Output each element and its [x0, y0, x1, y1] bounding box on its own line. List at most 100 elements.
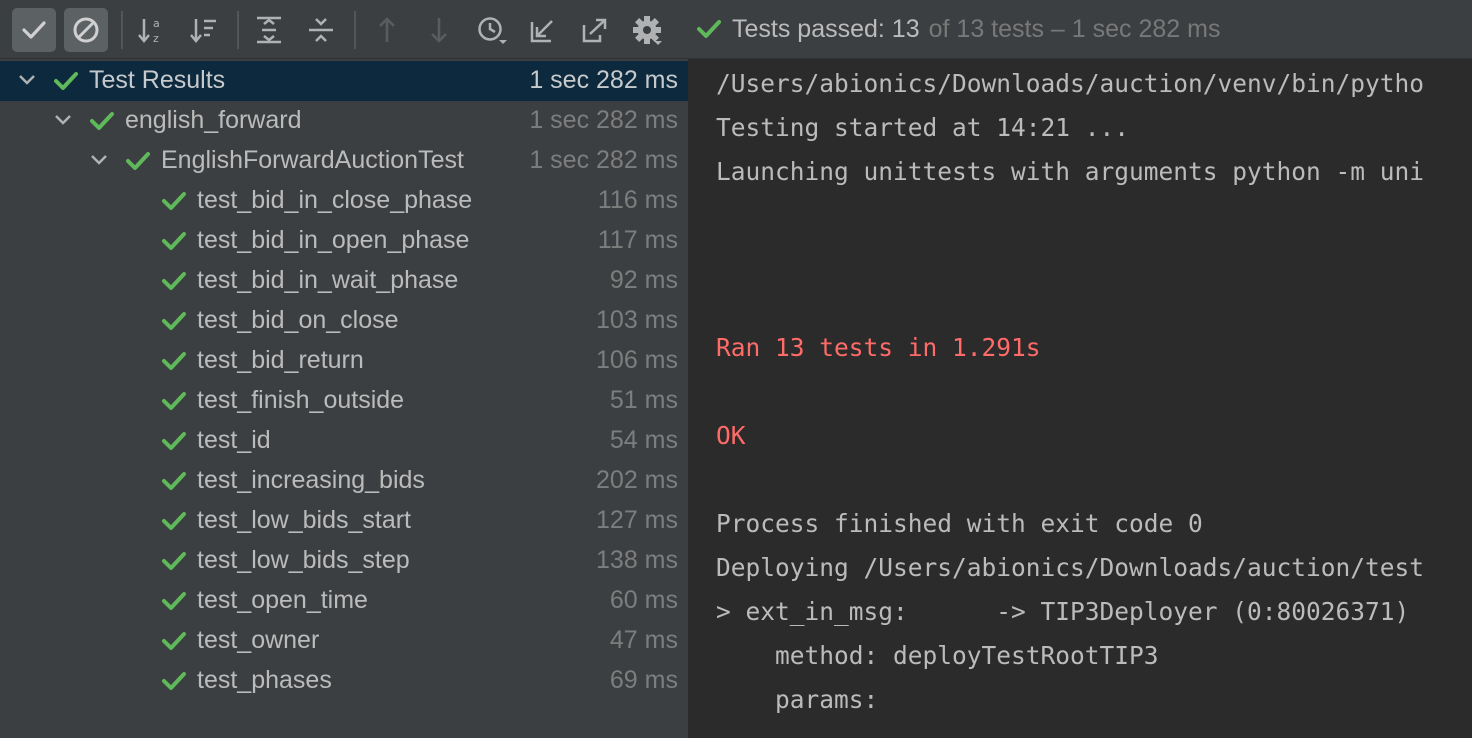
toolbar-separator	[121, 11, 123, 49]
test-row[interactable]: test_owner 47 ms	[0, 621, 688, 661]
tree-node-root[interactable]: Test Results 1 sec 282 ms	[0, 61, 688, 101]
check-icon	[162, 432, 186, 450]
test-row[interactable]: test_finish_outside 51 ms	[0, 381, 688, 421]
tree-node-label: Test Results	[89, 66, 226, 94]
console-line: method: deployTestRootTIP3	[716, 641, 1159, 670]
test-duration: 138 ms	[596, 546, 678, 574]
sort-alphabetically-button[interactable]: a z	[130, 8, 174, 52]
check-icon	[90, 112, 114, 130]
console-line: > ext_in_msg: -> TIP3Deployer (0:8002637…	[716, 597, 1410, 626]
sort-alphabetically-icon: a z	[138, 17, 160, 45]
test-row[interactable]: test_bid_return 106 ms	[0, 341, 688, 381]
tests-passed-count: Tests passed: 13	[732, 14, 920, 43]
test-row[interactable]: test_bid_on_close 103 ms	[0, 301, 688, 341]
check-icon	[697, 20, 721, 38]
tree-node-suite[interactable]: EnglishForwardAuctionTest 1 sec 282 ms	[0, 141, 688, 181]
clock-history-icon	[478, 17, 507, 44]
check-icon	[162, 472, 186, 490]
tests-status-summary: Tests passed: 13 of 13 tests – 1 sec 282…	[696, 12, 1220, 46]
test-name: test_id	[197, 426, 271, 454]
tree-node-label: EnglishForwardAuctionTest	[161, 146, 464, 174]
test-row[interactable]: test_open_time 60 ms	[0, 581, 688, 621]
toolbar-separator	[237, 11, 239, 49]
chevron-down-icon[interactable]	[50, 107, 76, 133]
test-duration: 47 ms	[609, 626, 678, 654]
check-icon	[162, 552, 186, 570]
test-row[interactable]: test_low_bids_step 138 ms	[0, 541, 688, 581]
check-icon	[162, 192, 186, 210]
expand-all-button[interactable]	[247, 8, 291, 52]
sort-by-duration-button[interactable]	[182, 8, 226, 52]
check-icon	[162, 592, 186, 610]
test-duration: 69 ms	[609, 666, 678, 694]
test-duration: 106 ms	[596, 346, 678, 374]
test-name: test_phases	[197, 666, 332, 694]
export-arrow-icon	[582, 18, 607, 43]
test-name: test_owner	[197, 626, 320, 654]
sort-by-duration-icon	[190, 19, 216, 43]
console-line: Deploying /Users/abionics/Downloads/auct…	[716, 553, 1425, 582]
test-duration: 60 ms	[609, 586, 678, 614]
check-icon	[162, 272, 186, 290]
test-name: test_bid_in_close_phase	[197, 186, 473, 214]
test-name: test_bid_on_close	[197, 306, 399, 334]
test-row[interactable]: test_low_bids_start 127 ms	[0, 501, 688, 541]
tree-node-label: english_forward	[125, 106, 302, 134]
chevron-down-icon[interactable]	[14, 67, 40, 93]
test-name: test_finish_outside	[197, 386, 405, 414]
collapse-all-button[interactable]	[299, 8, 343, 52]
show-ignored-button[interactable]	[64, 8, 108, 52]
check-icon	[162, 632, 186, 650]
chevron-down-icon[interactable]	[86, 147, 112, 173]
check-icon	[162, 232, 186, 250]
import-arrow-icon	[530, 20, 553, 43]
test-runner-toolbar: a z Tests passed: 13 of 13 tests – 1 sec…	[0, 0, 1472, 59]
test-duration: 117 ms	[597, 226, 678, 254]
test-name: test_bid_in_wait_phase	[197, 266, 459, 294]
check-icon	[126, 152, 150, 170]
gear-icon	[633, 16, 662, 45]
previous-failed-test-button[interactable]	[365, 8, 409, 52]
test-row[interactable]: test_increasing_bids 202 ms	[0, 461, 688, 501]
arrow-down-icon	[431, 18, 447, 43]
export-test-results-button[interactable]	[573, 8, 617, 52]
import-tests-button[interactable]	[521, 8, 565, 52]
test-duration: 202 ms	[596, 466, 678, 494]
check-icon	[162, 312, 186, 330]
tree-node-duration: 1 sec 282 ms	[529, 106, 678, 134]
show-passed-button[interactable]	[12, 8, 56, 52]
arrow-up-icon	[379, 17, 395, 42]
test-duration: 116 ms	[597, 186, 678, 214]
test-row[interactable]: test_phases 69 ms	[0, 661, 688, 701]
tree-node-module[interactable]: english_forward 1 sec 282 ms	[0, 101, 688, 141]
test-duration: 51 ms	[609, 386, 678, 414]
tree-node-duration: 1 sec 282 ms	[529, 146, 678, 174]
console-line: /Users/abionics/Downloads/auction/venv/b…	[716, 69, 1425, 98]
svg-text:a: a	[153, 17, 160, 30]
check-icon	[54, 72, 78, 90]
test-row[interactable]: test_bid_in_wait_phase 92 ms	[0, 261, 688, 301]
test-name: test_increasing_bids	[197, 466, 425, 494]
test-row[interactable]: test_id 54 ms	[0, 421, 688, 461]
test-history-button[interactable]	[469, 8, 513, 52]
collapse-all-icon	[309, 18, 333, 42]
settings-button[interactable]	[625, 8, 669, 52]
console-line: Launching unittests with arguments pytho…	[716, 157, 1425, 186]
test-name: test_low_bids_start	[197, 506, 412, 534]
test-duration: 103 ms	[596, 306, 678, 334]
console-line: Testing started at 14:21 ...	[716, 113, 1130, 142]
check-icon	[162, 392, 186, 410]
test-row[interactable]: test_bid_in_open_phase 117 ms	[0, 221, 688, 261]
console-line: OK	[716, 421, 746, 450]
console-output[interactable]: /Users/abionics/Downloads/auction/venv/b…	[690, 59, 1472, 738]
console-line: params:	[716, 685, 879, 714]
test-name: test_bid_in_open_phase	[197, 226, 470, 254]
test-duration: 127 ms	[596, 506, 678, 534]
tests-total-duration: of 13 tests – 1 sec 282 ms	[928, 14, 1221, 43]
check-icon	[162, 352, 186, 370]
next-failed-test-button[interactable]	[417, 8, 461, 52]
expand-all-icon	[257, 16, 281, 44]
test-row[interactable]: test_bid_in_close_phase 116 ms	[0, 181, 688, 221]
toolbar-separator	[354, 11, 356, 49]
check-icon	[162, 512, 186, 530]
